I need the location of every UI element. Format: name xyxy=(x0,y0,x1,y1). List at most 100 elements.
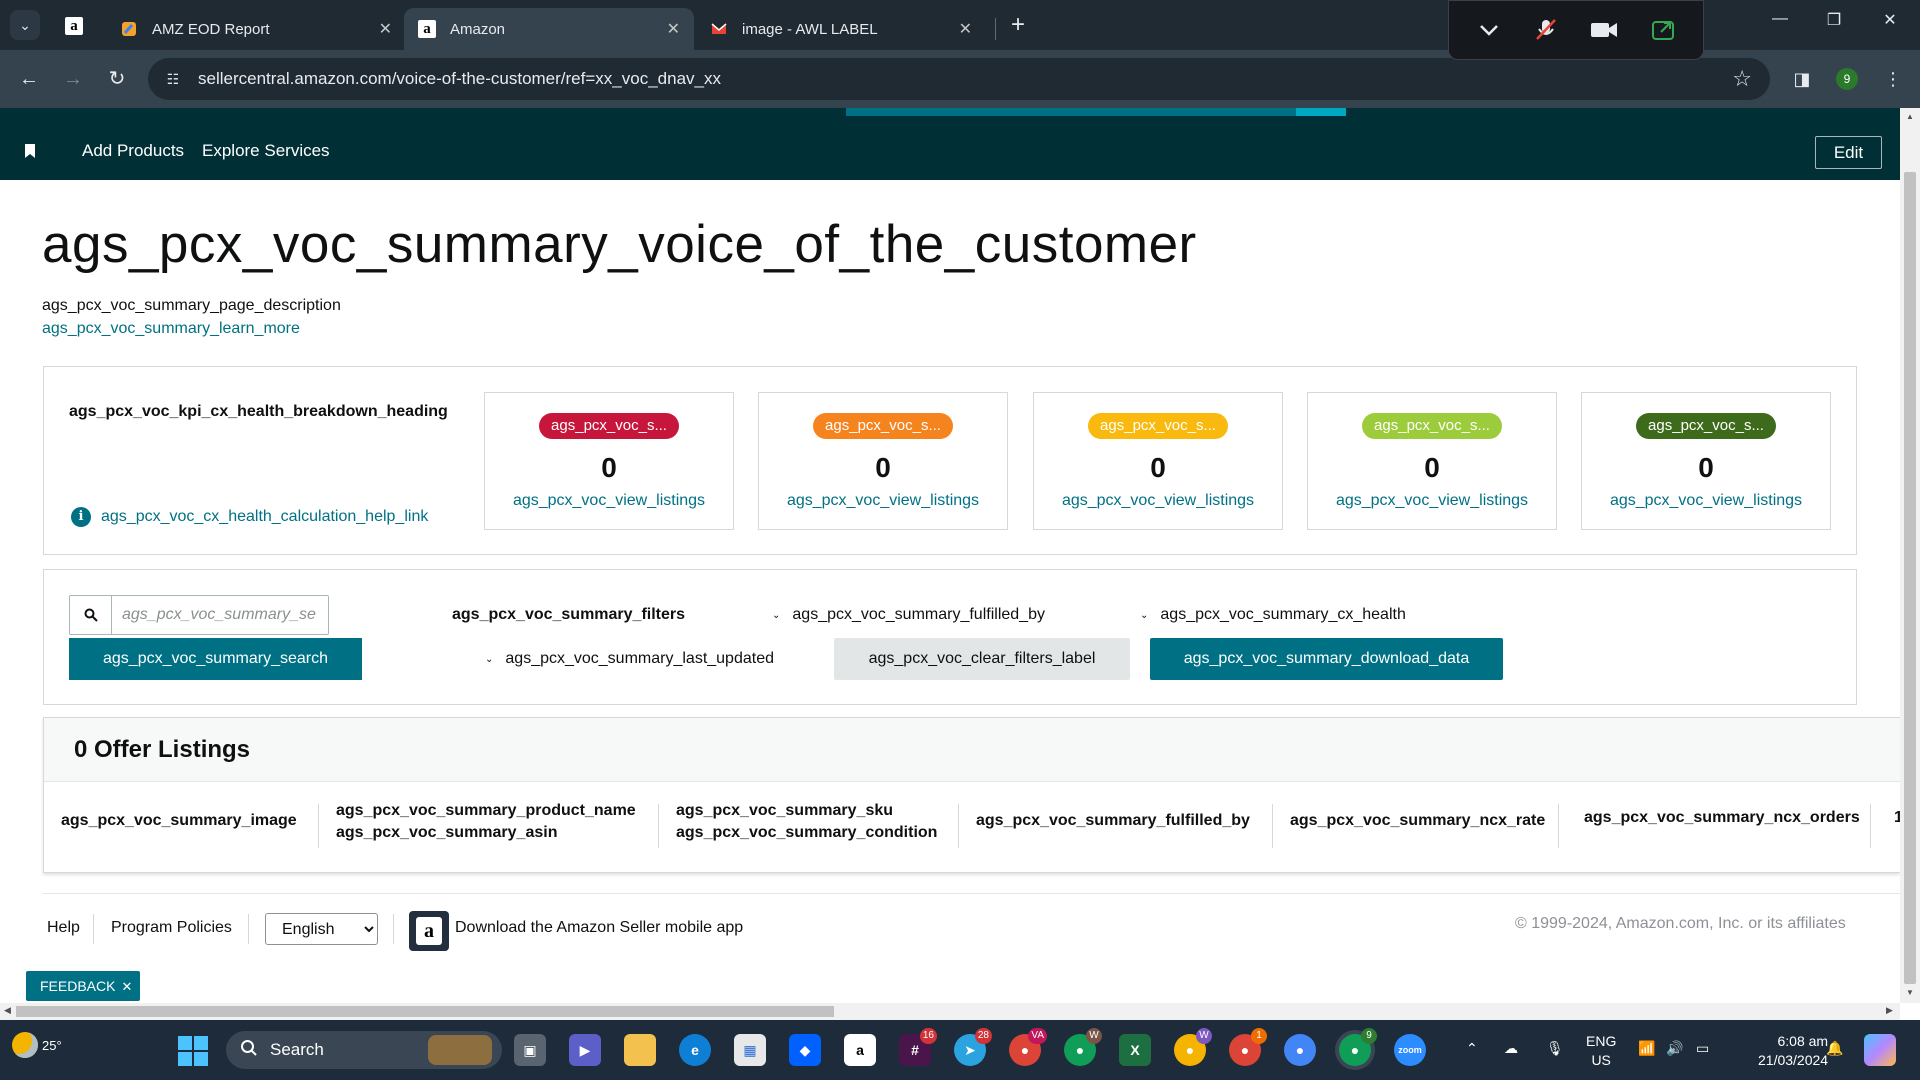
bookmark-icon[interactable] xyxy=(24,144,36,161)
volume-icon[interactable]: 🔊 xyxy=(1666,1040,1683,1057)
show-hidden-icons-chevron-up-icon[interactable]: ⌃ xyxy=(1466,1040,1478,1057)
zoom-icon[interactable]: zoom xyxy=(1394,1034,1426,1066)
temperature: 25° xyxy=(42,1037,62,1053)
last-updated-dropdown[interactable]: ⌄ ags_pcx_voc_summary_last_updated xyxy=(485,650,774,668)
chrome-icon-active[interactable]: ● 9 xyxy=(1339,1028,1377,1066)
system-clock[interactable]: 6:08 am 21/03/2024 xyxy=(1758,1032,1828,1070)
scroll-down-arrow-icon[interactable]: ▼ xyxy=(1900,988,1920,997)
chevron-down-icon[interactable] xyxy=(1476,17,1502,43)
search-button[interactable]: ags_pcx_voc_summary_search xyxy=(69,638,362,680)
mobile-app-link[interactable]: Download the Amazon Seller mobile app xyxy=(455,919,743,937)
tab-search-button[interactable]: ⌄ xyxy=(10,10,40,40)
store-icon[interactable]: ▦ xyxy=(734,1034,766,1066)
view-listings-link[interactable]: ags_pcx_voc_view_listings xyxy=(759,492,1007,510)
footer-help-link[interactable]: Help xyxy=(47,919,80,937)
reload-button[interactable]: ↻ xyxy=(102,64,132,94)
wifi-icon[interactable]: 📶 xyxy=(1638,1040,1655,1057)
fulfilled-by-dropdown[interactable]: ⌄ ags_pcx_voc_summary_fulfilled_by xyxy=(772,606,1045,624)
excel-icon[interactable]: X xyxy=(1119,1034,1151,1066)
windows-taskbar: 25° Search ▣ ▶ e ▦ ◆ a #16 ➤ 28 ● VA ● W X … xyxy=(0,1020,1920,1080)
chrome-icon[interactable]: ● xyxy=(1284,1034,1316,1066)
nav-link-add-products[interactable]: Add Products xyxy=(82,141,184,161)
clear-filters-button[interactable]: ags_pcx_voc_clear_filters_label xyxy=(834,638,1130,680)
restore-button[interactable]: ❐ xyxy=(1814,10,1854,30)
task-view-icon[interactable]: ▣ xyxy=(514,1034,546,1066)
status-badge: ags_pcx_voc_s... xyxy=(539,413,679,439)
learn-more-link[interactable]: ags_pcx_voc_summary_learn_more xyxy=(42,320,300,338)
chrome-icon[interactable]: ● W xyxy=(1064,1028,1102,1066)
close-icon[interactable]: ✕ xyxy=(667,19,680,39)
edit-button[interactable]: Edit xyxy=(1815,136,1882,169)
new-tab-button[interactable]: + xyxy=(1004,12,1032,40)
chevron-down-icon: ⌄ xyxy=(1140,609,1149,621)
back-button[interactable]: ← xyxy=(14,64,44,94)
amazon-app-icon[interactable]: a xyxy=(844,1034,876,1066)
close-icon[interactable]: ✕ xyxy=(959,19,972,39)
tab-amazon[interactable]: a Amazon ✕ xyxy=(404,8,694,50)
region-code: US xyxy=(1591,1052,1611,1068)
cx-health-dropdown[interactable]: ⌄ ags_pcx_voc_summary_cx_health xyxy=(1140,606,1406,624)
download-data-button[interactable]: ags_pcx_voc_summary_download_data xyxy=(1150,638,1503,680)
scroll-right-arrow-icon[interactable]: ▶ xyxy=(1886,1005,1893,1016)
search-icon xyxy=(70,596,112,634)
chrome-icon[interactable]: ● W xyxy=(1174,1028,1212,1066)
scroll-up-arrow-icon[interactable]: ▲ xyxy=(1900,112,1920,121)
forward-button[interactable]: → xyxy=(58,64,88,94)
dropbox-icon[interactable]: ◆ xyxy=(789,1034,821,1066)
pinned-tab-amazon[interactable]: a xyxy=(58,10,90,42)
meeting-control-bar xyxy=(1448,0,1704,60)
tab-amz-eod-report[interactable]: AMZ EOD Report ✕ xyxy=(106,8,406,50)
footer-divider-v xyxy=(93,914,94,944)
horizontal-scrollbar[interactable]: ◀ ▶ xyxy=(0,1003,1900,1020)
language-select[interactable]: English xyxy=(265,913,378,945)
site-settings-icon[interactable]: ☷ xyxy=(162,68,184,90)
tab-separator xyxy=(995,18,996,40)
vertical-scrollbar[interactable]: ▲ ▼ xyxy=(1900,108,1920,1003)
profile-avatar[interactable]: 9 xyxy=(1836,68,1858,90)
bookmark-star-icon[interactable]: ☆ xyxy=(1732,66,1752,92)
amazon-seller-app-icon[interactable]: a xyxy=(409,911,449,951)
teams-icon[interactable]: ▶ xyxy=(569,1034,601,1066)
notification-bell-icon[interactable]: 🔔 xyxy=(1826,1040,1843,1057)
minimize-button[interactable]: — xyxy=(1760,10,1800,28)
address-bar[interactable]: ☷ sellercentral.amazon.com/voice-of-the-… xyxy=(148,58,1770,100)
start-button[interactable] xyxy=(178,1036,208,1066)
edge-icon[interactable]: e xyxy=(679,1034,711,1066)
copilot-icon[interactable] xyxy=(1864,1034,1896,1066)
scrollbar-thumb[interactable] xyxy=(16,1006,834,1017)
view-listings-link[interactable]: ags_pcx_voc_view_listings xyxy=(1034,492,1282,510)
help-link-row[interactable]: i ags_pcx_voc_cx_health_calculation_help… xyxy=(71,507,428,527)
taskbar-search[interactable]: Search xyxy=(226,1031,502,1069)
feedback-button[interactable]: FEEDBACK ✕ xyxy=(26,971,140,1001)
weather-widget[interactable]: 25° xyxy=(12,1032,62,1058)
scroll-left-arrow-icon[interactable]: ◀ xyxy=(4,1005,11,1016)
footer-program-policies-link[interactable]: Program Policies xyxy=(111,919,232,937)
close-icon[interactable]: ✕ xyxy=(121,979,132,994)
share-screen-icon[interactable] xyxy=(1650,17,1676,43)
menu-dots-icon[interactable]: ⋮ xyxy=(1878,64,1908,94)
browser-tab-bar: ⌄ a AMZ EOD Report ✕ a Amazon ✕ image - … xyxy=(0,0,1920,60)
close-icon[interactable]: ✕ xyxy=(379,19,392,39)
chrome-icon[interactable]: ● VA xyxy=(1009,1028,1047,1066)
view-listings-link[interactable]: ags_pcx_voc_view_listings xyxy=(485,492,733,510)
battery-icon[interactable]: ▭ xyxy=(1696,1040,1709,1057)
language-indicator[interactable]: ENG US xyxy=(1586,1032,1616,1070)
telegram-icon[interactable]: ➤ 28 xyxy=(954,1028,992,1066)
file-explorer-icon[interactable] xyxy=(624,1034,656,1066)
mic-muted-icon[interactable] xyxy=(1533,17,1559,43)
view-listings-link[interactable]: ags_pcx_voc_view_listings xyxy=(1308,492,1556,510)
search-input[interactable] xyxy=(112,596,328,634)
scrollbar-thumb[interactable] xyxy=(1904,172,1916,984)
tab-awl-label[interactable]: image - AWL LABEL ✕ xyxy=(696,8,986,50)
camera-icon[interactable] xyxy=(1589,17,1619,43)
help-link[interactable]: ags_pcx_voc_cx_health_calculation_help_l… xyxy=(101,508,428,526)
close-window-button[interactable]: ✕ xyxy=(1870,10,1910,30)
view-listings-link[interactable]: ags_pcx_voc_view_listings xyxy=(1582,492,1830,510)
notification-badge: 28 xyxy=(974,1028,992,1044)
microphone-icon[interactable]: 🎙 xyxy=(1546,1040,1564,1057)
onedrive-icon[interactable]: ☁ xyxy=(1504,1040,1518,1057)
chrome-icon[interactable]: ● 1 xyxy=(1229,1028,1267,1066)
side-panel-icon[interactable]: ◨ xyxy=(1787,64,1817,94)
slack-icon[interactable]: #16 xyxy=(899,1028,937,1066)
nav-link-explore-services[interactable]: Explore Services xyxy=(202,141,330,161)
